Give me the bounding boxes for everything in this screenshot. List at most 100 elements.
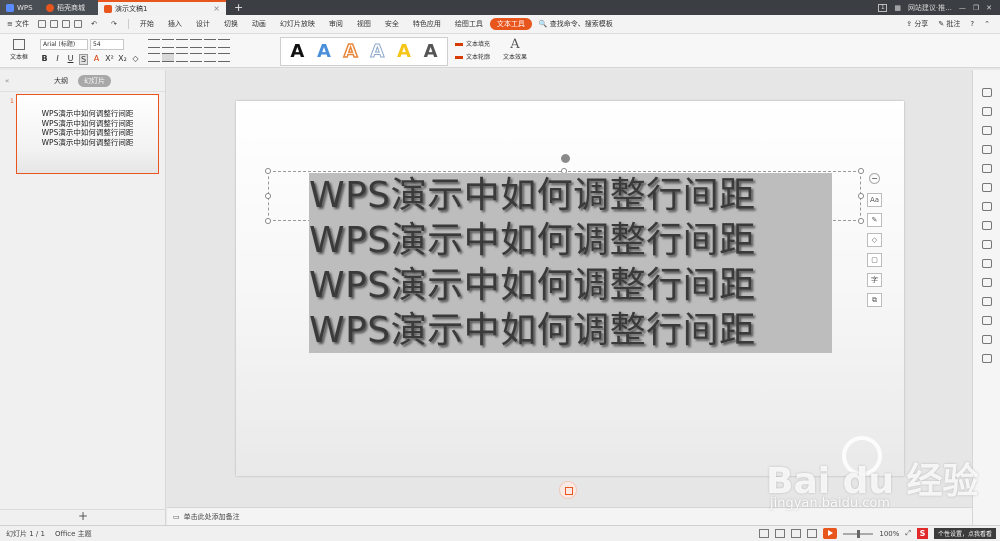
bullets-icon[interactable] xyxy=(148,39,160,48)
collapse-ribbon-icon[interactable]: ⌃ xyxy=(984,20,990,28)
font-color-button[interactable]: A xyxy=(92,54,101,65)
zoom-slider[interactable] xyxy=(843,529,874,538)
subscript-button[interactable]: X₂ xyxy=(118,54,127,65)
menu-design[interactable]: 设计 xyxy=(189,19,217,29)
sidebar-tool-icon[interactable] xyxy=(981,259,992,268)
resize-handle[interactable] xyxy=(265,218,271,224)
text-direction-icon[interactable] xyxy=(218,53,230,62)
search-command[interactable]: 🔍 查找命令、搜索模板 xyxy=(532,19,620,29)
tab-wps[interactable]: WPS xyxy=(0,0,40,15)
sidebar-tool-icon[interactable] xyxy=(981,145,992,154)
menu-drawing-tools[interactable]: 绘图工具 xyxy=(448,19,490,29)
pen-tool-icon[interactable]: ✎ xyxy=(867,213,882,227)
sidebar-tool-icon[interactable] xyxy=(981,221,992,230)
distribute-icon[interactable] xyxy=(204,53,216,62)
resize-handle[interactable] xyxy=(858,218,864,224)
text-style-2[interactable]: A xyxy=(317,41,331,62)
font-size-select[interactable]: 54 xyxy=(90,39,124,50)
shadow-button[interactable]: S xyxy=(79,54,88,65)
menu-home[interactable]: 开始 xyxy=(133,19,161,29)
grid-icon[interactable]: ▦ xyxy=(894,4,901,12)
sidebar-tool-icon[interactable] xyxy=(981,183,992,192)
align-center-icon[interactable] xyxy=(162,53,174,62)
tab-outline[interactable]: 大纲 xyxy=(54,76,68,86)
text-style-4[interactable]: A xyxy=(370,41,385,63)
add-slide-button[interactable]: + xyxy=(0,509,166,523)
close-tab-icon[interactable]: × xyxy=(213,4,220,13)
tab-daoke-store[interactable]: 稻壳商城 xyxy=(40,0,98,15)
numbering-icon[interactable] xyxy=(162,39,174,48)
italic-button[interactable]: I xyxy=(53,54,62,65)
sidebar-tool-icon[interactable] xyxy=(981,316,992,325)
decrease-indent-icon[interactable] xyxy=(176,39,188,48)
reading-view-icon[interactable] xyxy=(807,529,818,538)
resize-handle[interactable] xyxy=(265,168,271,174)
sidebar-tool-icon[interactable] xyxy=(981,88,992,97)
justify-icon[interactable] xyxy=(190,53,202,62)
arrange-tool-icon[interactable]: ⧉ xyxy=(867,293,882,307)
resize-handle[interactable] xyxy=(858,168,864,174)
redo-icon[interactable]: ↷ xyxy=(104,20,124,28)
menu-review[interactable]: 审阅 xyxy=(322,19,350,29)
sidebar-tool-icon[interactable] xyxy=(981,240,992,249)
page-indicator[interactable]: 1 xyxy=(878,3,888,12)
align-right-icon[interactable] xyxy=(176,53,188,62)
align-left-icon[interactable] xyxy=(148,53,160,62)
text-style-tool-icon[interactable]: Aa xyxy=(867,193,882,207)
outline-tool-icon[interactable]: ▢ xyxy=(867,253,882,267)
sidebar-tool-icon[interactable] xyxy=(981,107,992,116)
minimize-icon[interactable]: — xyxy=(959,4,966,12)
resize-handle[interactable] xyxy=(858,193,864,199)
textbox-button[interactable]: 文本框 xyxy=(5,37,33,65)
text-style-6[interactable]: A xyxy=(424,41,438,62)
slide[interactable]: WPS演示中如何调整行间距 WPS演示中如何调整行间距 WPS演示中如何调整行间… xyxy=(236,101,904,476)
slide-text-box[interactable]: WPS演示中如何调整行间距 WPS演示中如何调整行间距 WPS演示中如何调整行间… xyxy=(309,173,832,353)
open-icon[interactable] xyxy=(50,20,59,28)
sorter-view-icon[interactable] xyxy=(791,529,802,538)
notes-view-icon[interactable] xyxy=(759,529,770,538)
sogou-ime-icon[interactable]: S xyxy=(916,528,928,539)
font-family-select[interactable]: Arial (标题) xyxy=(40,39,88,50)
print-icon[interactable] xyxy=(62,20,71,28)
menu-slideshow[interactable]: 幻灯片放映 xyxy=(273,19,322,29)
underline-button[interactable]: U xyxy=(66,54,75,65)
sidebar-tool-icon[interactable] xyxy=(981,354,992,363)
comment-button[interactable]: ✎ 批注 xyxy=(938,19,960,29)
text-style-5[interactable]: A xyxy=(397,41,411,62)
help-icon[interactable]: ? xyxy=(970,20,974,28)
fit-window-icon[interactable]: ⤢ xyxy=(905,529,911,538)
menu-security[interactable]: 安全 xyxy=(378,19,406,29)
preview-icon[interactable] xyxy=(74,20,83,28)
new-tab-button[interactable]: + xyxy=(226,0,251,15)
normal-view-icon[interactable] xyxy=(775,529,786,538)
text-fill-button[interactable]: 文本填充 xyxy=(455,38,490,51)
sidebar-tool-icon[interactable] xyxy=(981,278,992,287)
save-icon[interactable] xyxy=(38,20,47,28)
share-button[interactable]: ⇪ 分享 xyxy=(906,19,928,29)
undo-icon[interactable]: ↶ xyxy=(84,20,104,28)
clear-format-button[interactable]: ◇ xyxy=(131,54,140,65)
menu-transition[interactable]: 切换 xyxy=(217,19,245,29)
tab-slides[interactable]: 幻灯片 xyxy=(78,74,111,87)
sidebar-tool-icon[interactable] xyxy=(981,126,992,135)
menu-text-tools[interactable]: 文本工具 xyxy=(489,18,532,30)
tab-presentation[interactable]: 演示文稿1 × xyxy=(98,0,226,15)
menu-view[interactable]: 视图 xyxy=(350,19,378,29)
text-outline-button[interactable]: 文本轮廓 xyxy=(455,51,490,64)
bold-button[interactable]: B xyxy=(40,54,49,65)
zoom-level[interactable]: 100% xyxy=(879,530,899,538)
increase-indent-icon[interactable] xyxy=(190,39,202,48)
smart-beautify-icon[interactable] xyxy=(559,481,577,499)
file-menu[interactable]: ≡ 文件 xyxy=(0,19,36,29)
restore-icon[interactable]: ❐ xyxy=(973,4,979,12)
fill-tool-icon[interactable]: ◇ xyxy=(867,233,882,247)
sidebar-tool-icon[interactable] xyxy=(981,335,992,344)
sidebar-tool-icon[interactable] xyxy=(981,202,992,211)
line-spacing-icon[interactable] xyxy=(218,39,230,48)
collapse-toolbar-icon[interactable]: − xyxy=(869,173,880,184)
font-tool-icon[interactable]: 字 xyxy=(867,273,882,287)
text-effect-button[interactable]: A 文本效果 xyxy=(498,37,532,61)
rotate-handle[interactable] xyxy=(561,154,570,163)
sidebar-tool-icon[interactable] xyxy=(981,164,992,173)
feedback-link[interactable]: 网站建议·推... xyxy=(908,3,952,13)
